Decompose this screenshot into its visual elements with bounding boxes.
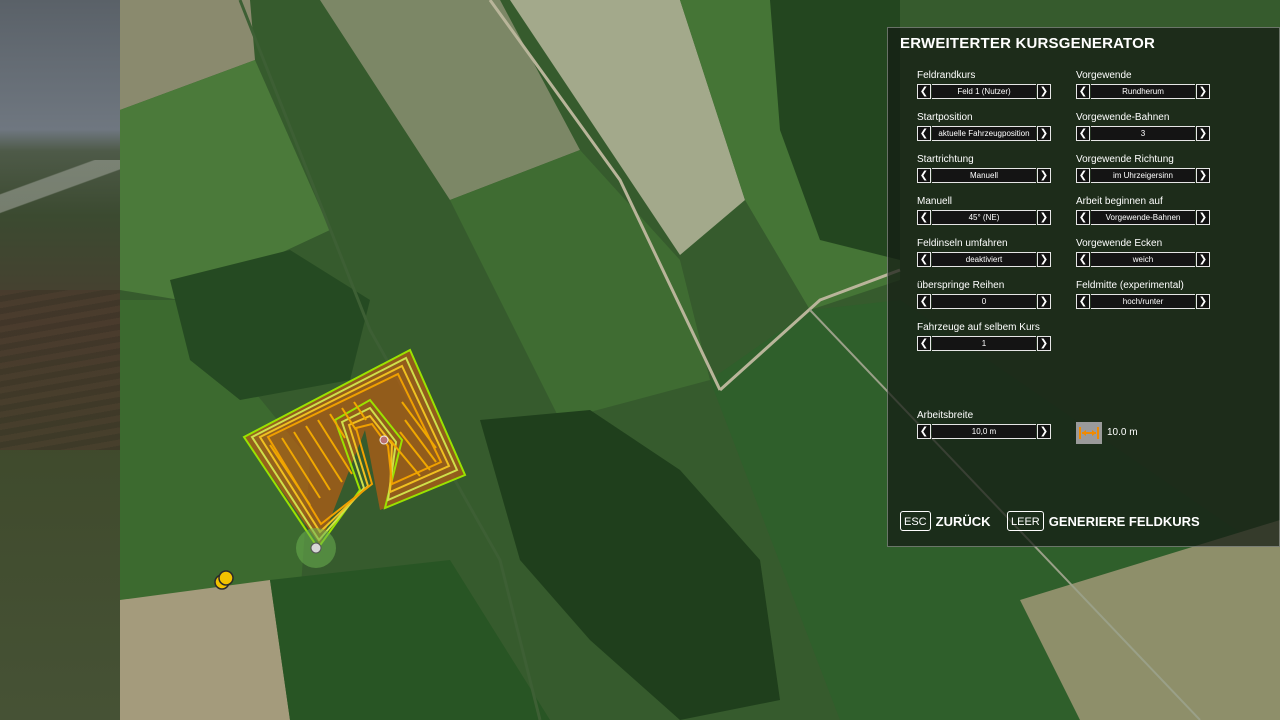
chevron-right-icon[interactable]: ❯ bbox=[1196, 294, 1210, 309]
vorgewende-richtung-selector[interactable]: ❮ im Uhrzeigersinn ❯ bbox=[1076, 168, 1210, 183]
field-manuell: Manuell ❮ 45° (NE) ❯ bbox=[917, 195, 1051, 225]
vorgewende-richtung-label: Vorgewende Richtung bbox=[1076, 154, 1174, 165]
generate-course-button[interactable]: LEER GENERIERE FELDKURS bbox=[1007, 510, 1200, 532]
startposition-value: aktuelle Fahrzeugposition bbox=[932, 126, 1036, 141]
field-feldmitte: Feldmitte (experimental) ❮ hoch/runter ❯ bbox=[1076, 279, 1210, 309]
chevron-left-icon[interactable]: ❮ bbox=[917, 126, 931, 141]
chevron-left-icon[interactable]: ❮ bbox=[917, 252, 931, 267]
chevron-left-icon[interactable]: ❮ bbox=[1076, 294, 1090, 309]
vorgewende-ecken-value: weich bbox=[1091, 252, 1195, 267]
field-startrichtung: Startrichtung ❮ Manuell ❯ bbox=[917, 153, 1051, 183]
back-button[interactable]: ESC ZURÜCK bbox=[900, 510, 991, 532]
chevron-left-icon[interactable]: ❮ bbox=[1076, 168, 1090, 183]
chevron-right-icon[interactable]: ❯ bbox=[1037, 84, 1051, 99]
manuell-label: Manuell bbox=[917, 196, 953, 207]
panel-title: ERWEITERTER KURSGENERATOR bbox=[900, 35, 1156, 52]
vehicle-marker-2[interactable] bbox=[218, 570, 234, 586]
chevron-right-icon[interactable]: ❯ bbox=[1037, 210, 1051, 225]
chevron-left-icon[interactable]: ❮ bbox=[917, 294, 931, 309]
manuell-value: 45° (NE) bbox=[932, 210, 1036, 225]
field-arbeit-beginnen: Arbeit beginnen auf ❮ Vorgewende-Bahnen … bbox=[1076, 195, 1210, 225]
chevron-left-icon[interactable]: ❮ bbox=[1076, 252, 1090, 267]
startrichtung-selector[interactable]: ❮ Manuell ❯ bbox=[917, 168, 1051, 183]
feldinseln-label: Feldinseln umfahren bbox=[917, 238, 1008, 249]
chevron-right-icon[interactable]: ❯ bbox=[1037, 168, 1051, 183]
chevron-left-icon[interactable]: ❮ bbox=[917, 336, 931, 351]
startposition-selector[interactable]: ❮ aktuelle Fahrzeugposition ❯ bbox=[917, 126, 1051, 141]
ueberspringe-value: 0 bbox=[932, 294, 1036, 309]
width-display: 10.0 m bbox=[1107, 427, 1138, 438]
arbeit-beginnen-label: Arbeit beginnen auf bbox=[1076, 196, 1163, 207]
game-world-view bbox=[0, 0, 120, 720]
generate-label: GENERIERE FELDKURS bbox=[1048, 513, 1200, 529]
field-vorgewende: Vorgewende ❮ Rundherum ❯ bbox=[1076, 69, 1210, 99]
chevron-right-icon[interactable]: ❯ bbox=[1196, 84, 1210, 99]
chevron-left-icon[interactable]: ❮ bbox=[1076, 210, 1090, 225]
feldinseln-selector[interactable]: ❮ deaktiviert ❯ bbox=[917, 252, 1051, 267]
field-feldrandkurs: Feldrandkurs ❮ Feld 1 (Nutzer) ❯ bbox=[917, 69, 1051, 99]
fahrzeuge-selector[interactable]: ❮ 1 ❯ bbox=[917, 336, 1051, 351]
arbeit-beginnen-selector[interactable]: ❮ Vorgewende-Bahnen ❯ bbox=[1076, 210, 1210, 225]
arbeit-beginnen-value: Vorgewende-Bahnen bbox=[1091, 210, 1195, 225]
startrichtung-label: Startrichtung bbox=[917, 154, 974, 165]
ueberspringe-label: überspringe Reihen bbox=[917, 280, 1005, 291]
feldmitte-value: hoch/runter bbox=[1091, 294, 1195, 309]
chevron-left-icon[interactable]: ❮ bbox=[917, 210, 931, 225]
feldrandkurs-value: Feld 1 (Nutzer) bbox=[932, 84, 1036, 99]
chevron-left-icon[interactable]: ❮ bbox=[1076, 126, 1090, 141]
feldmitte-selector[interactable]: ❮ hoch/runter ❯ bbox=[1076, 294, 1210, 309]
back-label: ZURÜCK bbox=[935, 513, 991, 529]
chevron-right-icon[interactable]: ❯ bbox=[1037, 126, 1051, 141]
chevron-right-icon[interactable]: ❯ bbox=[1037, 252, 1051, 267]
vorgewende-label: Vorgewende bbox=[1076, 70, 1132, 81]
field-vorgewende-ecken: Vorgewende Ecken ❮ weich ❯ bbox=[1076, 237, 1210, 267]
chevron-right-icon[interactable]: ❯ bbox=[1037, 336, 1051, 351]
vorgewende-bahnen-selector[interactable]: ❮ 3 ❯ bbox=[1076, 126, 1210, 141]
chevron-left-icon[interactable]: ❮ bbox=[917, 168, 931, 183]
vorgewende-bahnen-value: 3 bbox=[1091, 126, 1195, 141]
vorgewende-ecken-label: Vorgewende Ecken bbox=[1076, 238, 1163, 249]
vorgewende-bahnen-label: Vorgewende-Bahnen bbox=[1076, 112, 1170, 123]
manuell-selector[interactable]: ❮ 45° (NE) ❯ bbox=[917, 210, 1051, 225]
field-vorgewende-bahnen: Vorgewende-Bahnen ❮ 3 ❯ bbox=[1076, 111, 1210, 141]
fahrzeuge-value: 1 bbox=[932, 336, 1036, 351]
vorgewende-richtung-value: im Uhrzeigersinn bbox=[1091, 168, 1195, 183]
field-bottom-left bbox=[120, 580, 290, 720]
chevron-right-icon[interactable]: ❯ bbox=[1196, 126, 1210, 141]
world-road bbox=[0, 160, 120, 230]
vorgewende-ecken-selector[interactable]: ❮ weich ❯ bbox=[1076, 252, 1210, 267]
field-startposition: Startposition ❮ aktuelle Fahrzeugpositio… bbox=[917, 111, 1051, 141]
world-field-soil bbox=[0, 290, 120, 450]
chevron-right-icon[interactable]: ❯ bbox=[1037, 424, 1051, 439]
vorgewende-selector[interactable]: ❮ Rundherum ❯ bbox=[1076, 84, 1210, 99]
feldinseln-value: deaktiviert bbox=[932, 252, 1036, 267]
chevron-right-icon[interactable]: ❯ bbox=[1196, 252, 1210, 267]
course-generator-panel: ERWEITERTER KURSGENERATOR Feldrandkurs ❮… bbox=[887, 27, 1280, 547]
ueberspringe-selector[interactable]: ❮ 0 ❯ bbox=[917, 294, 1051, 309]
feldmitte-label: Feldmitte (experimental) bbox=[1076, 280, 1184, 291]
chevron-right-icon[interactable]: ❯ bbox=[1037, 294, 1051, 309]
vorgewende-value: Rundherum bbox=[1091, 84, 1195, 99]
field-fahrzeuge: Fahrzeuge auf selbem Kurs ❮ 1 ❯ bbox=[917, 321, 1051, 351]
arbeitsbreite-value: 10,0 m bbox=[932, 424, 1036, 439]
feldrandkurs-selector[interactable]: ❮ Feld 1 (Nutzer) ❯ bbox=[917, 84, 1051, 99]
chevron-right-icon[interactable]: ❯ bbox=[1196, 168, 1210, 183]
esc-key-icon: ESC bbox=[900, 511, 931, 531]
field-ueberspringe: überspringe Reihen ❮ 0 ❯ bbox=[917, 279, 1051, 309]
field-vorgewende-richtung: Vorgewende Richtung ❮ im Uhrzeigersinn ❯ bbox=[1076, 153, 1210, 183]
arrow-width-icon bbox=[1076, 422, 1102, 444]
chevron-right-icon[interactable]: ❯ bbox=[1196, 210, 1210, 225]
arbeitsbreite-label: Arbeitsbreite bbox=[917, 410, 974, 421]
arbeitsbreite-selector[interactable]: ❮ 10,0 m ❯ bbox=[917, 424, 1051, 439]
field-feldinseln: Feldinseln umfahren ❮ deaktiviert ❯ bbox=[917, 237, 1051, 267]
startposition-label: Startposition bbox=[917, 112, 973, 123]
space-key-icon: LEER bbox=[1007, 511, 1044, 531]
fahrzeuge-label: Fahrzeuge auf selbem Kurs bbox=[917, 322, 1040, 333]
chevron-left-icon[interactable]: ❮ bbox=[917, 84, 931, 99]
chevron-left-icon[interactable]: ❮ bbox=[1076, 84, 1090, 99]
feldrandkurs-label: Feldrandkurs bbox=[917, 70, 976, 81]
field-arbeitsbreite: Arbeitsbreite ❮ 10,0 m ❯ bbox=[917, 409, 1051, 439]
startrichtung-value: Manuell bbox=[932, 168, 1036, 183]
chevron-left-icon[interactable]: ❮ bbox=[917, 424, 931, 439]
